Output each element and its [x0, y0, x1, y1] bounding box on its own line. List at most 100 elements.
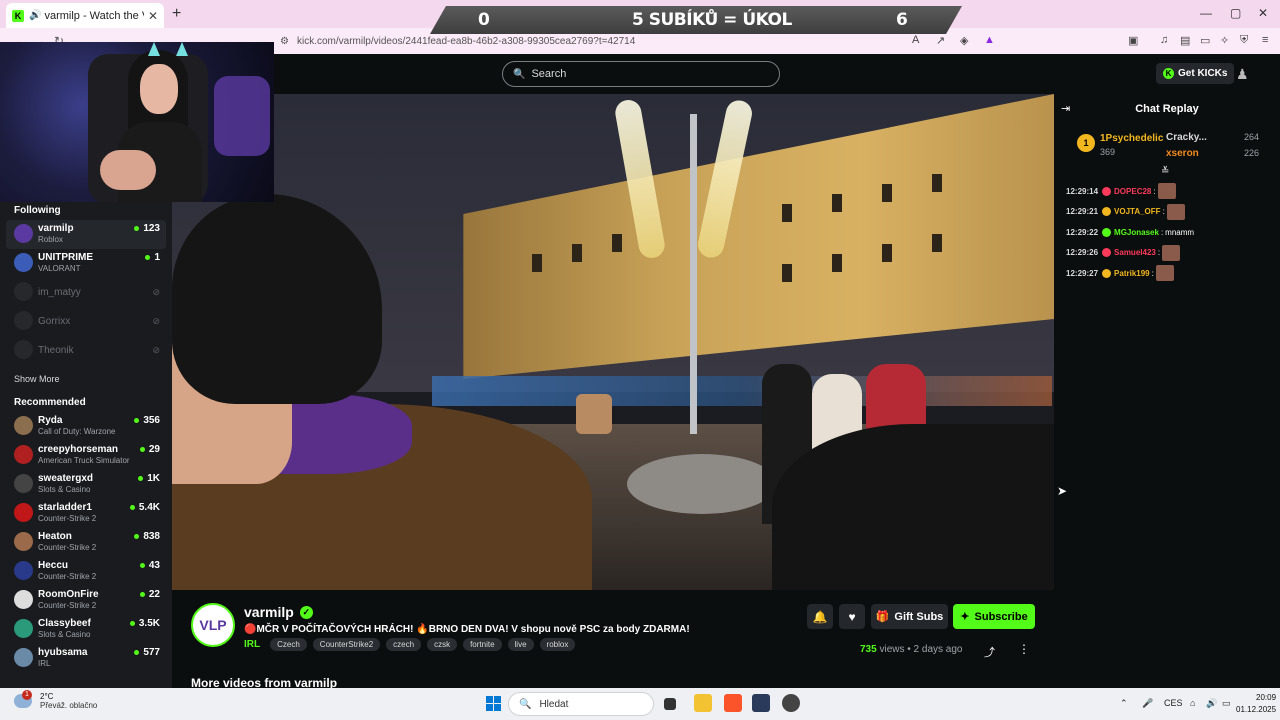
sidebar-toggle-icon[interactable]: ▣ [1128, 34, 1138, 47]
sidebar-item[interactable]: RoomOnFire Counter-Strike 2 22 [0, 586, 172, 615]
leader-name[interactable]: 1Psychedelic [1100, 133, 1163, 144]
rewards-icon[interactable]: ▲ [984, 34, 995, 46]
keyboard-language[interactable]: CES [1164, 698, 1183, 708]
ai-icon[interactable]: ✧ [1220, 34, 1229, 47]
tag-chip[interactable]: czsk [427, 638, 458, 651]
category-link[interactable]: IRL [244, 639, 260, 650]
avatar [14, 474, 33, 493]
profile-icon[interactable]: ♟ [1236, 66, 1249, 83]
sidebar-item[interactable]: Ryda Call of Duty: Warzone 356 [0, 412, 172, 441]
avatar [14, 416, 33, 435]
sidebar-item[interactable]: UNITPRIME VALORANT 1 [0, 249, 172, 278]
battery-icon[interactable]: ▭ [1222, 698, 1231, 709]
viewer-count-value: 1 [154, 252, 160, 263]
reader-icon[interactable]: ▤ [1180, 34, 1190, 47]
building-window [932, 174, 942, 192]
get-kicks-button[interactable]: K Get KICKs [1156, 63, 1235, 84]
tag-chip[interactable]: czech [386, 638, 422, 651]
channel-name[interactable]: varmilp [244, 604, 294, 620]
message-colon: : [1153, 186, 1156, 196]
tag-chip[interactable]: fortnite [463, 638, 502, 651]
sidebar-item[interactable]: Heccu Counter-Strike 2 43 [0, 557, 172, 586]
tag-chip[interactable]: CounterStrike2 [312, 638, 381, 651]
viewer-count: 22 [139, 589, 160, 600]
gift-subs-button[interactable]: 🎁 Gift Subs [871, 604, 948, 629]
live-dot-icon [134, 534, 140, 539]
minimize-icon[interactable]: — [1200, 6, 1212, 20]
sidebar-item[interactable]: Classybeef Slots & Casino 3.5K [0, 615, 172, 644]
live-dot-icon [145, 255, 151, 260]
sidebar-item[interactable]: varmilp Roblox 123 [6, 220, 166, 249]
vpn-icon[interactable]: ⛨ [1240, 34, 1248, 47]
message-user[interactable]: Samuel423 [1114, 248, 1156, 257]
channel-avatar[interactable]: VLP [191, 603, 235, 647]
subscribe-button[interactable]: ✦ Subscribe [953, 604, 1035, 629]
message-user[interactable]: MGJonasek [1114, 228, 1159, 237]
close-tab-icon[interactable]: ✕ [148, 9, 158, 23]
music-icon[interactable]: ♫ [1160, 34, 1168, 46]
obs-icon[interactable] [782, 694, 800, 712]
leader-name[interactable]: Cracky... [1166, 132, 1207, 143]
microphone-icon[interactable]: 🎤 [1142, 698, 1153, 709]
sidebar-item[interactable]: im_matyy ⊘ [0, 278, 172, 307]
follow-button[interactable]: ♥ [839, 604, 865, 629]
tag-list: Czech CounterStrike2 czech czsk fortnite live… [270, 638, 576, 651]
tags-row: IRL Czech CounterStrike2 czech czsk fortnite… [244, 638, 576, 651]
speaker-icon[interactable]: 🔊 [29, 10, 41, 21]
file-explorer-icon[interactable] [694, 694, 712, 712]
sidebar-item[interactable]: creepyhorseman American Truck Simulator 29 [0, 441, 172, 470]
close-window-icon[interactable]: ✕ [1258, 6, 1268, 20]
task-view-icon[interactable] [664, 698, 676, 710]
sidebar-item[interactable]: Heaton Counter-Strike 2 838 [0, 528, 172, 557]
search-input[interactable]: 🔍 Search [502, 61, 780, 87]
share-page-icon[interactable]: ↗ [936, 34, 945, 47]
taskbar-clock[interactable]: 20:09 01.12.2025 [1236, 692, 1276, 716]
wallet-icon[interactable]: ▭ [1200, 34, 1210, 47]
brave-browser-icon[interactable] [724, 694, 742, 712]
chat-leaderboard: 1 1Psychedelic 369 Cracky... 264 xseron … [1054, 126, 1280, 166]
leader-count: 369 [1100, 147, 1116, 157]
tray-expand-icon[interactable]: ⌃ [1120, 698, 1128, 709]
sidebar: Following varmilp Roblox 123 UNITPRIME VALOR… [0, 202, 172, 688]
tag-chip[interactable]: live [507, 638, 534, 651]
show-more-link[interactable]: Show More [0, 365, 172, 394]
brave-shield-icon[interactable]: ◈ [960, 34, 968, 47]
translate-icon[interactable]: A [912, 34, 919, 46]
notification-bell-button[interactable]: 🔔 [807, 604, 833, 629]
video-player[interactable] [172, 94, 1054, 590]
new-tab-button[interactable]: + [172, 5, 181, 23]
leader-name[interactable]: xseron [1166, 148, 1199, 159]
live-dot-icon [134, 226, 140, 231]
network-icon[interactable]: ⌂ [1190, 698, 1195, 708]
start-button[interactable] [486, 696, 501, 711]
browser-tab[interactable]: K 🔊 varmilp - Watch the VOD on Kick ✕ [6, 3, 164, 28]
sidebar-item[interactable]: Gorrixx ⊘ [0, 307, 172, 336]
streamer-hands [100, 150, 156, 190]
message-user[interactable]: VOJTA_OFF [1114, 207, 1161, 216]
app-icon[interactable] [752, 694, 770, 712]
chat-filter-icon[interactable]: ≚ [1161, 166, 1169, 177]
share-icon[interactable]: ⤴ [984, 644, 995, 660]
weather-widget[interactable]: 1 2°C Převáž. oblačno [14, 690, 97, 710]
taskbar-search[interactable]: 🔍 Hledat [508, 692, 654, 716]
more-options-icon[interactable]: ⋮ [1018, 642, 1030, 656]
sidebar-item[interactable]: sweatergxd Slots & Casino 1K [0, 470, 172, 499]
tag-chip[interactable]: Czech [270, 638, 307, 651]
live-dot-icon [139, 563, 145, 568]
sidebar-item[interactable]: hyubsama IRL 577 [0, 644, 172, 673]
get-kicks-label: Get KICKs [1178, 68, 1228, 79]
maximize-icon[interactable]: ▢ [1230, 6, 1241, 20]
tag-chip[interactable]: roblox [539, 638, 576, 651]
channel-name-row: varmilp ✓ [244, 604, 313, 620]
site-info-icon[interactable]: ⚙ [280, 36, 289, 47]
sidebar-item[interactable]: starladder1 Counter-Strike 2 5.4K [0, 499, 172, 528]
message-user[interactable]: DOPEC28 [1114, 187, 1151, 196]
viewer-count: 1K [138, 473, 160, 484]
volume-icon[interactable]: 🔊 [1206, 698, 1217, 709]
sidebar-item[interactable]: Theonik ⊘ [0, 336, 172, 365]
message-user[interactable]: Patrik199 [1114, 269, 1150, 278]
user-badge-icon [1102, 186, 1112, 196]
menu-icon[interactable]: ≡ [1262, 34, 1268, 46]
viewer-count-value: 43 [148, 560, 160, 571]
building-window [612, 234, 622, 252]
